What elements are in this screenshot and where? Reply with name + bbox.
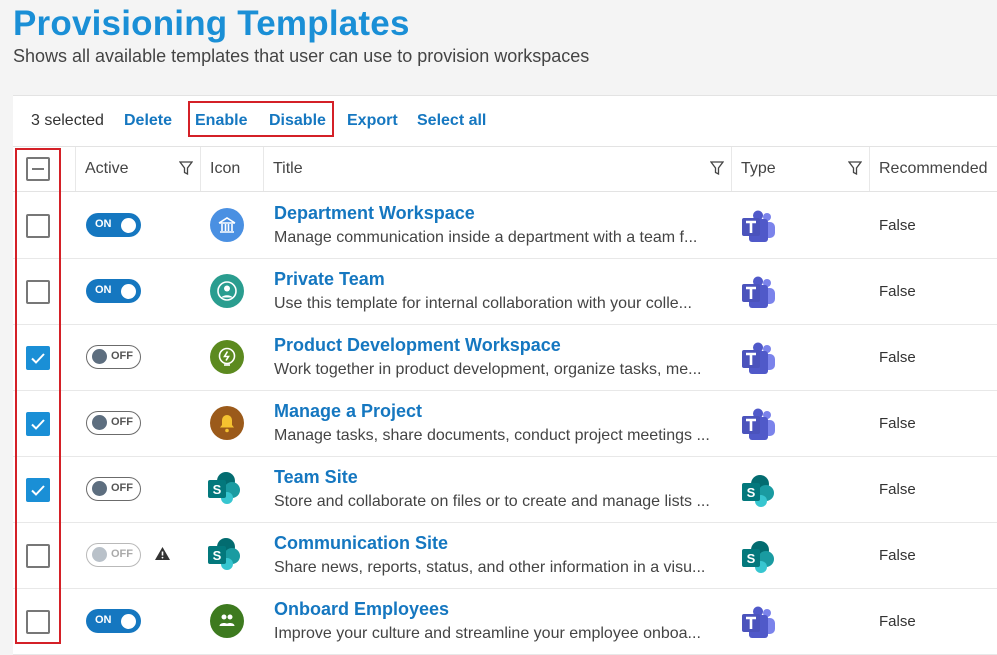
template-title-link[interactable]: Team Site <box>274 467 358 488</box>
warning-icon <box>155 547 170 560</box>
active-toggle[interactable]: ON <box>86 213 141 237</box>
sharepoint-icon: S <box>206 470 240 504</box>
template-description: Improve your culture and streamline your… <box>274 625 701 642</box>
templates-panel: 3 selected Delete Enable Disable Export … <box>13 95 997 655</box>
active-toggle[interactable]: OFF <box>86 411 141 435</box>
active-toggle[interactable]: OFF <box>86 477 141 501</box>
recommended-value: False <box>879 217 916 234</box>
type-cell <box>740 407 778 448</box>
teams-icon <box>742 210 775 242</box>
template-description: Store and collaborate on files or to cre… <box>274 493 710 510</box>
type-cell <box>740 275 778 316</box>
template-description: Share news, reports, status, and other i… <box>274 559 706 576</box>
template-description: Manage tasks, share documents, conduct p… <box>274 427 710 444</box>
template-title-link[interactable]: Onboard Employees <box>274 599 449 620</box>
template-description: Manage communication inside a department… <box>274 229 698 246</box>
teams-icon <box>742 408 775 440</box>
recommended-value: False <box>879 349 916 366</box>
sharepoint-logo: S <box>208 472 240 504</box>
table-row[interactable]: ON Onboard Employees Improve your culture … <box>13 589 997 655</box>
sharepoint-icon: S <box>742 475 774 507</box>
lightbulb-icon <box>210 340 244 374</box>
filter-icon[interactable] <box>710 161 724 175</box>
sharepoint-icon: S <box>742 541 774 573</box>
type-cell <box>740 605 778 646</box>
bank-icon <box>210 208 244 242</box>
active-toggle[interactable]: OFF <box>86 543 141 567</box>
svg-text:S: S <box>747 551 756 566</box>
table-row[interactable]: ON Department Workspace Manage communicati… <box>13 193 997 259</box>
people-icon <box>210 604 244 638</box>
row-checkbox[interactable] <box>26 610 50 634</box>
row-checkbox[interactable] <box>26 544 50 568</box>
recommended-value: False <box>879 613 916 630</box>
recommended-value: False <box>879 481 916 498</box>
template-title-link[interactable]: Department Workspace <box>274 203 475 224</box>
row-checkbox[interactable] <box>26 478 50 502</box>
active-toggle[interactable]: OFF <box>86 345 141 369</box>
enable-disable-highlight <box>188 101 334 137</box>
selected-count: 3 selected <box>31 112 104 129</box>
delete-button[interactable]: Delete <box>124 112 172 130</box>
sharepoint-icon: S <box>206 536 240 570</box>
sharepoint-logo: S <box>208 538 240 570</box>
export-button[interactable]: Export <box>347 112 398 130</box>
type-cell <box>740 341 778 382</box>
teams-icon <box>742 342 775 374</box>
column-active: Active <box>85 160 129 177</box>
template-title-link[interactable]: Communication Site <box>274 533 448 554</box>
table-row[interactable]: OFF S Communication Site Share news, report… <box>13 523 997 589</box>
filter-icon[interactable] <box>179 161 193 175</box>
type-cell <box>740 209 778 250</box>
row-checkbox[interactable] <box>26 280 50 304</box>
recommended-value: False <box>879 283 916 300</box>
bell-icon <box>210 406 244 440</box>
type-cell: S <box>740 473 778 514</box>
recommended-value: False <box>879 547 916 564</box>
template-description: Work together in product development, or… <box>274 361 702 378</box>
svg-text:S: S <box>213 548 222 563</box>
teams-icon <box>742 276 775 308</box>
toolbar: 3 selected Delete Enable Disable Export … <box>13 96 997 146</box>
column-recommended: Recommended <box>879 160 988 177</box>
row-checkbox[interactable] <box>26 346 50 370</box>
svg-text:S: S <box>213 482 222 497</box>
teams-icon <box>742 606 775 638</box>
select-all-button[interactable]: Select all <box>417 112 486 130</box>
table-row[interactable]: OFF S Team Site Store and collaborate on fi… <box>13 457 997 523</box>
column-title: Title <box>273 160 303 177</box>
svg-text:S: S <box>747 485 756 500</box>
table-row[interactable]: OFF Product Development Workspace Work tog… <box>13 325 997 391</box>
page-title: Provisioning Templates <box>13 4 410 43</box>
template-description: Use this template for internal collabora… <box>274 295 692 312</box>
column-icon: Icon <box>210 160 241 177</box>
row-checkbox[interactable] <box>26 214 50 238</box>
person-icon <box>210 274 244 308</box>
recommended-value: False <box>879 415 916 432</box>
template-title-link[interactable]: Private Team <box>274 269 385 290</box>
select-all-checkbox[interactable] <box>26 157 50 181</box>
filter-icon[interactable] <box>848 161 862 175</box>
active-toggle[interactable]: ON <box>86 279 141 303</box>
template-title-link[interactable]: Product Development Workspace <box>274 335 561 356</box>
row-checkbox[interactable] <box>26 412 50 436</box>
table-header: Active Icon Title Type Recommended <box>13 146 997 192</box>
table-row[interactable]: OFF Manage a Project Manage tasks, share d… <box>13 391 997 457</box>
type-cell: S <box>740 539 778 580</box>
active-toggle[interactable]: ON <box>86 609 141 633</box>
page-subtitle: Shows all available templates that user … <box>13 46 590 66</box>
template-title-link[interactable]: Manage a Project <box>274 401 422 422</box>
column-type: Type <box>741 160 776 177</box>
table-row[interactable]: ON Private Team Use this template for inte… <box>13 259 997 325</box>
